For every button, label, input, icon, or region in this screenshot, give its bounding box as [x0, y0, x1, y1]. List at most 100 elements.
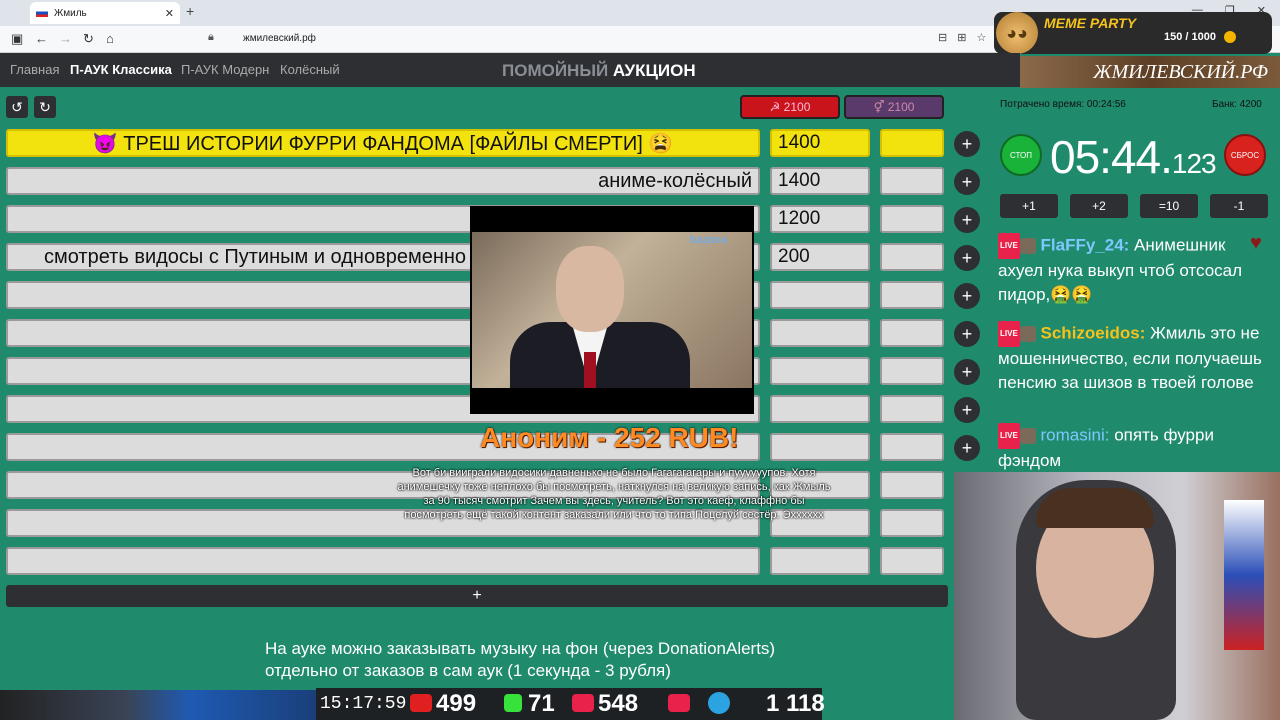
info-text: На ауке можно заказывать музыку на фон (…	[265, 638, 775, 682]
chat-message: LIVE FlaFFy_24: Анимешник ахуел нука вык…	[998, 233, 1274, 307]
lock-icon[interactable]: 🔒︎	[208, 31, 214, 44]
redo-button[interactable]: ↻	[34, 96, 56, 118]
bank-total: Банк: 4200	[1212, 99, 1262, 110]
add-2-minutes-button[interactable]: +2	[1070, 194, 1128, 218]
kick-viewers: 71	[528, 690, 555, 717]
browser-tab[interactable]: Жмиль ✕	[30, 2, 180, 24]
info-line-1: На ауке можно заказывать музыку на фон (…	[265, 639, 776, 658]
youtube-icon	[410, 694, 432, 712]
new-tab-button[interactable]: +	[186, 3, 194, 19]
flag-icon	[36, 9, 48, 17]
donation-title: Аноним - 252 RUB!	[480, 422, 739, 453]
video-person-tie	[584, 352, 596, 388]
live-badge-icon: LIVE	[998, 423, 1020, 449]
meme-party-count: 150 / 1000	[1164, 31, 1216, 43]
info-line-2: отдельно от заказов в сам аук (1 секунда…	[265, 661, 671, 680]
lot-extra-input[interactable]	[880, 129, 944, 157]
team-purple-score: ⚥ 2100	[844, 95, 944, 119]
close-tab-icon[interactable]: ✕	[165, 7, 174, 20]
add-amount-button[interactable]: +	[954, 245, 980, 271]
avatar	[1019, 238, 1036, 254]
add-amount-button[interactable]: +	[954, 207, 980, 233]
chat-message: LIVE Schizoeidos: Жмиль это не мошенниче…	[998, 321, 1274, 395]
lot-amount-input[interactable]	[770, 547, 870, 575]
doge-icon: ◕◕	[996, 12, 1038, 54]
lot-amount-input[interactable]	[770, 357, 870, 385]
lot-name-input[interactable]: 😈 ТРЕШ ИСТОРИИ ФУРРИ ФАНДОМА [ФАЙЛЫ СМЕР…	[6, 129, 760, 157]
lot-extra-input[interactable]	[880, 357, 944, 385]
lot-name-input[interactable]: аниме-колёсный	[6, 167, 760, 195]
add-amount-button[interactable]: +	[954, 359, 980, 385]
tab-title: Жмиль	[54, 7, 87, 19]
countdown-timer: 05:44.123	[1050, 130, 1217, 184]
timer-ms: 123	[1171, 148, 1217, 179]
forward-icon[interactable]: →	[59, 31, 72, 46]
minus-1-minute-button[interactable]: -1	[1210, 194, 1268, 218]
url-field[interactable]: жмилевский.рф	[243, 33, 316, 44]
site-logo: ПОМОЙНЫЙ АУКЦИОН	[502, 61, 696, 81]
save-icon[interactable]: ⊞	[957, 31, 966, 44]
reload-icon[interactable]: ↻	[83, 31, 94, 47]
lot-extra-input[interactable]	[880, 395, 944, 423]
vk-live-viewers: 548	[598, 690, 639, 717]
add-amount-button[interactable]: +	[954, 321, 980, 347]
time-spent: Потрачено время: 00:24:56	[1000, 99, 1126, 110]
lot-extra-input[interactable]	[880, 433, 944, 461]
nav-home[interactable]: Главная	[10, 62, 59, 77]
nav-wheel[interactable]: Колёсный	[280, 62, 340, 77]
nav-modern[interactable]: П-АУК Модерн	[181, 62, 269, 77]
chat-nick: Schizoeidos:	[1040, 323, 1146, 343]
lot-amount-input[interactable]: 1400	[770, 129, 870, 157]
chat-nick: romasini:	[1040, 425, 1110, 445]
lot-extra-input[interactable]	[880, 243, 944, 271]
stop-button[interactable]: СТОП	[1000, 134, 1042, 176]
lot-amount-input[interactable]	[770, 281, 870, 309]
undo-button[interactable]: ↺	[6, 96, 28, 118]
add-amount-button[interactable]: +	[954, 283, 980, 309]
stream-clock: 15:17:59	[320, 694, 407, 714]
lot-extra-input[interactable]	[880, 205, 944, 233]
timer-main: 05:44.	[1050, 131, 1173, 183]
add-lot-button[interactable]: +	[6, 585, 948, 607]
sidebar-toggle-icon[interactable]: ▣	[11, 31, 23, 47]
translate-icon[interactable]: ⊟	[938, 31, 947, 44]
lot-extra-input[interactable]	[880, 167, 944, 195]
lot-amount-input[interactable]	[770, 319, 870, 347]
back-icon[interactable]: ←	[35, 31, 48, 46]
video-watermark: bazava	[690, 234, 727, 246]
live-badge-icon: LIVE	[998, 321, 1020, 347]
home-icon[interactable]: ⌂	[106, 31, 114, 46]
lot-amount-input[interactable]: 1200	[770, 205, 870, 233]
add-amount-button[interactable]: +	[954, 131, 980, 157]
lot-amount-input[interactable]	[770, 395, 870, 423]
nav-classic[interactable]: П-АУК Классика	[70, 62, 172, 77]
set-10-minutes-button[interactable]: =10	[1140, 194, 1198, 218]
lot-name-input[interactable]	[6, 547, 760, 575]
screen: Жмиль ✕ + — ❐ ✕ ▣ ← → ↻ ⌂ 🔒︎ жмилевский.…	[0, 0, 1280, 720]
lot-amount-input[interactable]: 200	[770, 243, 870, 271]
heart-icon: ♥	[1250, 232, 1262, 254]
bookmark-star-icon[interactable]: ☆	[976, 31, 986, 44]
logo-bold: АУКЦИОН	[612, 61, 696, 80]
logo-dim: ПОМОЙНЫЙ	[502, 61, 609, 80]
play-icon	[668, 694, 690, 712]
lot-extra-input[interactable]	[880, 471, 944, 499]
reset-button[interactable]: СБРОС	[1224, 134, 1266, 176]
meme-party-title: MEME PARTY	[1044, 15, 1137, 31]
add-amount-button[interactable]: +	[954, 435, 980, 461]
donation-message: Вот би вииграли видосики давненько не бы…	[397, 467, 831, 521]
youtube-viewers: 499	[436, 690, 477, 717]
bottom-left-strip	[0, 690, 316, 720]
add-amount-button[interactable]: +	[954, 169, 980, 195]
lot-extra-input[interactable]	[880, 281, 944, 309]
add-1-minute-button[interactable]: +1	[1000, 194, 1058, 218]
lot-extra-input[interactable]	[880, 509, 944, 537]
add-amount-button[interactable]: +	[954, 397, 980, 423]
lot-extra-input[interactable]	[880, 547, 944, 575]
site-banner: ЖМИЛЕВСКИЙ.РФ	[1020, 56, 1280, 88]
avatar	[1019, 428, 1036, 444]
lot-amount-input[interactable]: 1400	[770, 167, 870, 195]
lot-amount-input[interactable]	[770, 433, 870, 461]
lot-extra-input[interactable]	[880, 319, 944, 347]
toolbar-icons: ⊟ ⊞ ☆	[938, 31, 986, 44]
